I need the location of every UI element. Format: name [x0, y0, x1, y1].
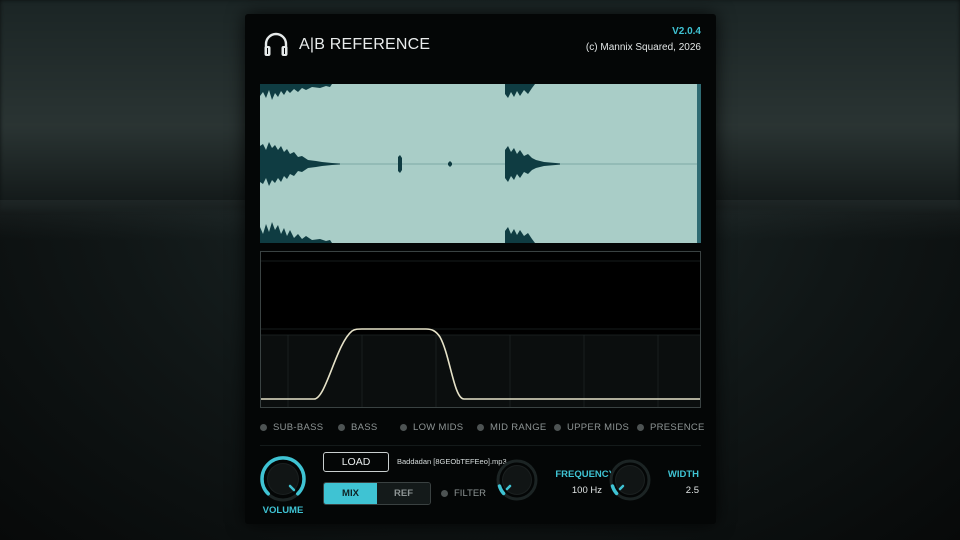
width-knob[interactable]: [608, 458, 652, 502]
loaded-filename: Baddadan [8GEObTEFEeo].mp3: [397, 457, 507, 466]
width-label: WIDTH: [667, 469, 699, 480]
volume-knob[interactable]: [259, 455, 307, 503]
band-indicator: [400, 424, 407, 431]
eq-lower-region: [261, 335, 700, 407]
band-label: PRESENCE: [650, 422, 705, 433]
band-selector: SUB-BASS BASS LOW MIDS MID RANGE UPPER M…: [260, 422, 704, 436]
load-button[interactable]: LOAD: [323, 452, 389, 472]
band-low-mids[interactable]: LOW MIDS: [400, 422, 463, 433]
headphones-icon: [264, 32, 288, 56]
band-upper-mids[interactable]: UPPER MIDS: [554, 422, 629, 433]
frequency-label: FREQUENCY: [555, 469, 615, 480]
band-indicator: [338, 424, 345, 431]
band-indicator: [554, 424, 561, 431]
band-label: UPPER MIDS: [567, 422, 630, 433]
band-indicator: [260, 424, 267, 431]
band-indicator: [637, 424, 644, 431]
band-label: LOW MIDS: [413, 422, 464, 433]
app-title: A|B REFERENCE: [299, 36, 431, 53]
band-indicator: [477, 424, 484, 431]
mix-ref-toggle: MIX REF: [323, 482, 431, 505]
frequency-value: 100 Hz: [571, 485, 602, 496]
ref-button[interactable]: REF: [377, 483, 430, 504]
copyright-label: (c) Mannix Squared, 2026: [585, 42, 701, 53]
filter-label: FILTER: [454, 488, 487, 499]
divider: [260, 445, 701, 446]
band-label: BASS: [351, 422, 378, 433]
band-label: SUB-BASS: [273, 422, 324, 433]
eq-curve-display[interactable]: [260, 251, 701, 408]
band-label: MID RANGE: [490, 422, 547, 433]
mix-button[interactable]: MIX: [324, 483, 377, 504]
plugin-window: A|B REFERENCE V2.0.4 (c) Mannix Squared,…: [245, 14, 716, 524]
band-presence[interactable]: PRESENCE: [637, 422, 705, 433]
version-label: V2.0.4: [672, 26, 701, 37]
waveform-display[interactable]: [260, 84, 701, 243]
volume-label: VOLUME: [262, 505, 304, 516]
filter-toggle[interactable]: FILTER: [441, 488, 486, 499]
frequency-knob[interactable]: [495, 458, 539, 502]
band-mid-range[interactable]: MID RANGE: [477, 422, 547, 433]
width-value: 2.5: [685, 485, 699, 496]
band-sub-bass[interactable]: SUB-BASS: [260, 422, 323, 433]
filter-indicator: [441, 490, 448, 497]
band-bass[interactable]: BASS: [338, 422, 378, 433]
